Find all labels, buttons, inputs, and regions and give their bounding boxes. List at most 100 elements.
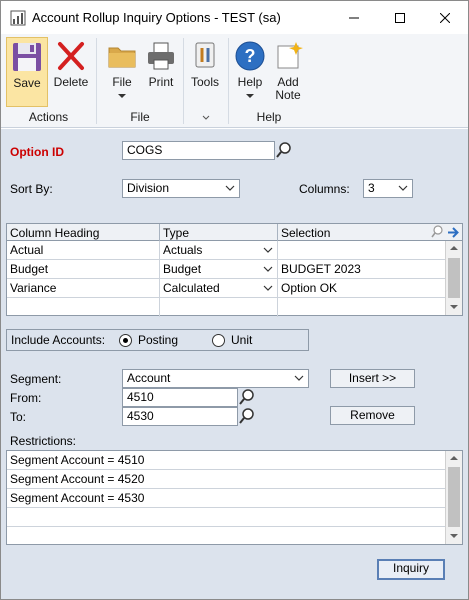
- unit-radio[interactable]: [212, 334, 225, 347]
- selection-cell[interactable]: [278, 241, 445, 260]
- chevron-down-icon: [118, 94, 126, 98]
- columns-label: Columns:: [299, 182, 350, 196]
- lookup-magnifier-icon[interactable]: [238, 388, 256, 406]
- chevron-down-icon: [225, 185, 235, 191]
- grid-scrollbar[interactable]: [445, 241, 462, 315]
- type-header[interactable]: Type: [160, 224, 278, 241]
- columns-grid: Column Heading Type Selection Actual Act…: [6, 223, 463, 317]
- selection-header[interactable]: Selection: [278, 224, 429, 241]
- lookup-magnifier-icon[interactable]: [238, 407, 256, 425]
- selection-cell[interactable]: Option OK: [278, 279, 445, 298]
- account-rollup-inquiry-options-window: Account Rollup Inquiry Options - TEST (s…: [0, 0, 469, 600]
- delete-button[interactable]: Delete: [51, 37, 91, 107]
- grid-header: Column Heading Type Selection: [7, 224, 462, 241]
- from-input[interactable]: 4510: [122, 388, 238, 407]
- option-id-input[interactable]: COGS: [122, 141, 275, 160]
- include-accounts-label: Include Accounts:: [11, 333, 106, 347]
- delete-x-icon: [58, 42, 84, 70]
- list-item-empty[interactable]: [7, 527, 445, 546]
- save-button[interactable]: Save: [6, 37, 48, 107]
- posting-radio-label[interactable]: Posting: [138, 333, 178, 347]
- include-accounts-group: Include Accounts: Posting Unit: [6, 329, 309, 351]
- file-label: File: [112, 75, 132, 89]
- save-label: Save: [13, 76, 41, 90]
- lookup-magnifier-icon[interactable]: [275, 141, 293, 159]
- type-value: Actuals: [163, 243, 203, 257]
- scroll-up-icon[interactable]: [450, 246, 458, 250]
- column-heading-cell[interactable]: Variance: [7, 279, 160, 298]
- sort-by-dropdown[interactable]: Division: [122, 179, 240, 198]
- list-item[interactable]: Segment Account = 4530: [7, 489, 445, 508]
- option-id-label: Option ID: [10, 145, 64, 159]
- minimize-button[interactable]: [331, 1, 377, 34]
- type-cell[interactable]: Calculated: [160, 279, 278, 298]
- close-button[interactable]: [422, 1, 468, 34]
- chevron-down-icon: [263, 247, 273, 253]
- scroll-thumb[interactable]: [448, 467, 460, 527]
- grid-row[interactable]: Budget Budget BUDGET 2023: [7, 260, 445, 279]
- lookup-magnifier-icon[interactable]: [429, 224, 445, 240]
- print-button[interactable]: Print: [143, 37, 179, 107]
- scroll-thumb[interactable]: [448, 258, 460, 298]
- expand-arrow-icon[interactable]: [446, 225, 461, 240]
- from-label: From:: [10, 391, 42, 405]
- selection-cell[interactable]: BUDGET 2023: [278, 260, 445, 279]
- minimize-icon: [349, 17, 359, 18]
- chevron-down-icon: [263, 285, 273, 291]
- remove-button[interactable]: Remove: [330, 406, 415, 425]
- column-heading-cell[interactable]: Budget: [7, 260, 160, 279]
- list-item[interactable]: Segment Account = 4510: [7, 451, 445, 470]
- title-bar: Account Rollup Inquiry Options - TEST (s…: [1, 1, 468, 34]
- restrictions-list: Segment Account = 4510 Segment Account =…: [6, 450, 463, 545]
- tools-button[interactable]: Tools: [187, 37, 223, 107]
- svg-text:?: ?: [245, 46, 256, 66]
- column-heading-cell[interactable]: [7, 298, 160, 317]
- app-chart-icon: [10, 10, 26, 26]
- grid-row-empty[interactable]: [7, 298, 445, 317]
- chevron-down-icon: [246, 94, 254, 98]
- maximize-button[interactable]: [377, 1, 423, 34]
- actions-group-label: Actions: [28, 110, 69, 124]
- chevron-down-icon: [398, 185, 408, 191]
- list-item-empty[interactable]: [7, 508, 445, 527]
- ribbon-toolbar: Save Delete File Print Tools ? Help Add …: [1, 34, 468, 128]
- column-heading-cell[interactable]: Actual: [7, 241, 160, 260]
- help-menu-button[interactable]: ? Help: [232, 37, 268, 107]
- to-input[interactable]: 4530: [122, 407, 238, 426]
- list-item[interactable]: Segment Account = 4520: [7, 470, 445, 489]
- segment-dropdown[interactable]: Account: [122, 369, 309, 388]
- sort-by-label: Sort By:: [10, 182, 53, 196]
- folder-icon: [108, 47, 136, 68]
- to-label: To:: [10, 410, 27, 424]
- form-area: Option ID COGS Sort By: Division Columns…: [1, 129, 468, 599]
- insert-button[interactable]: Insert >>: [330, 369, 415, 388]
- segment-label: Segment:: [10, 372, 62, 386]
- restrictions-scrollbar[interactable]: [445, 451, 462, 544]
- sort-by-value: Division: [127, 181, 170, 195]
- restrictions-label: Restrictions:: [10, 434, 77, 448]
- inquiry-button[interactable]: Inquiry: [377, 559, 445, 580]
- grid-row[interactable]: Actual Actuals: [7, 241, 445, 260]
- printer-icon: [148, 42, 174, 70]
- columns-dropdown[interactable]: 3: [363, 179, 413, 198]
- chevron-down-icon: [202, 115, 210, 120]
- type-cell[interactable]: [160, 298, 278, 317]
- add-note-button[interactable]: Add Note: [269, 37, 307, 107]
- chevron-down-icon: [294, 375, 304, 381]
- unit-radio-label[interactable]: Unit: [231, 333, 252, 347]
- column-heading-header[interactable]: Column Heading: [7, 224, 160, 241]
- print-label: Print: [148, 75, 174, 89]
- type-cell[interactable]: Actuals: [160, 241, 278, 260]
- tools-icon: [195, 42, 215, 68]
- type-cell[interactable]: Budget: [160, 260, 278, 279]
- type-value: Calculated: [163, 281, 220, 295]
- note-sparkle-icon: [277, 42, 303, 69]
- grid-row[interactable]: Variance Calculated Option OK: [7, 279, 445, 298]
- floppy-disk-icon: [13, 43, 41, 71]
- chevron-down-icon: [263, 266, 273, 272]
- scroll-up-icon[interactable]: [450, 456, 458, 460]
- scroll-down-icon[interactable]: [450, 305, 458, 309]
- file-menu-button[interactable]: File: [104, 37, 140, 107]
- scroll-down-icon[interactable]: [450, 534, 458, 538]
- posting-radio[interactable]: [119, 334, 132, 347]
